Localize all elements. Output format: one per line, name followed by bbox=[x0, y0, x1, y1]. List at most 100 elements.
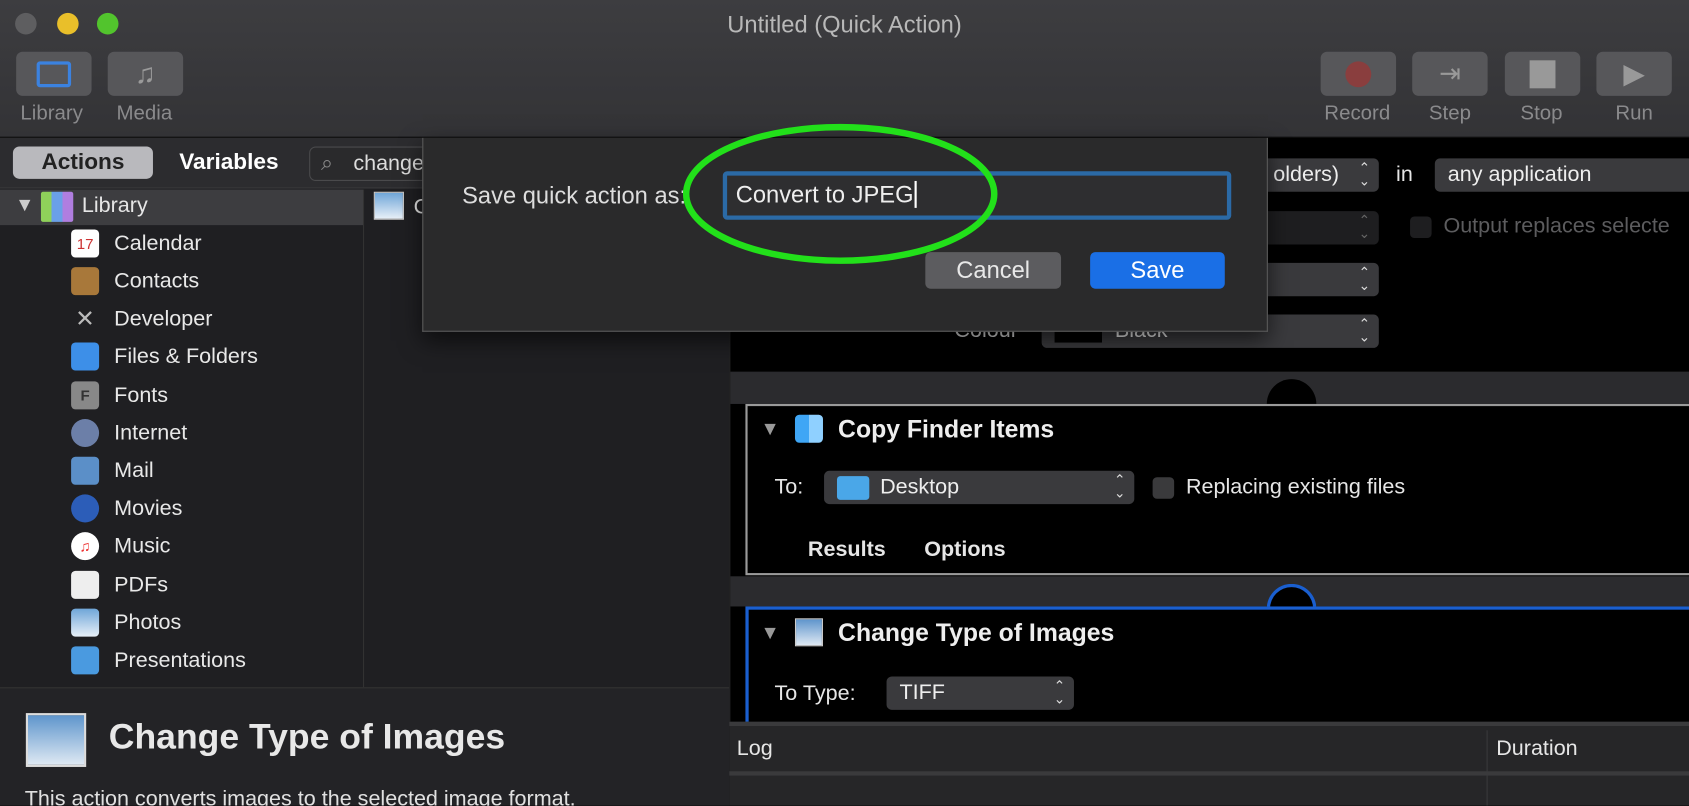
action-title: Change Type of Images bbox=[838, 618, 1115, 647]
destination-value: Desktop bbox=[880, 475, 960, 499]
stop-button[interactable] bbox=[1504, 51, 1581, 96]
column-divider bbox=[363, 189, 365, 688]
search-value: change bbox=[353, 151, 425, 176]
updown-chevron-icon: ⌃ ⌄ bbox=[1358, 315, 1371, 345]
music-icon: ♫ bbox=[71, 532, 100, 561]
options-button[interactable]: Options bbox=[924, 538, 1005, 563]
to-type-value: TIFF bbox=[899, 680, 945, 705]
change-type-icon bbox=[25, 713, 87, 767]
folder-icon bbox=[836, 475, 870, 500]
to-label: To: bbox=[774, 475, 804, 499]
search-icon: ⌕ bbox=[321, 151, 334, 176]
finder-icon bbox=[794, 414, 823, 443]
sidebar-item-contacts[interactable]: Contacts bbox=[71, 265, 199, 297]
log-header-divider bbox=[729, 771, 1689, 776]
record-label: Record bbox=[1324, 102, 1391, 125]
library-root-label: Library bbox=[81, 193, 148, 218]
sidebar-item-calendar[interactable]: 17 Calendar bbox=[71, 227, 202, 259]
replacing-label: Replacing existing files bbox=[1185, 475, 1406, 499]
mail-icon bbox=[71, 456, 100, 485]
finder-icon bbox=[71, 342, 100, 371]
column-divider bbox=[1486, 730, 1488, 806]
updown-chevron-icon: ⌃ ⌄ bbox=[1358, 159, 1371, 189]
record-button[interactable] bbox=[1320, 51, 1397, 96]
output-replaces-label: Output replaces selecte bbox=[1443, 214, 1670, 239]
library-icon bbox=[40, 191, 74, 222]
updown-chevron-icon: ⌃ ⌄ bbox=[1358, 212, 1371, 242]
media-label: Media bbox=[116, 102, 173, 125]
highlight-ellipse-shape bbox=[682, 123, 998, 264]
item-label: Photos bbox=[114, 610, 182, 634]
item-label: Presentations bbox=[114, 647, 246, 672]
sidebar-item-presentations[interactable]: Presentations bbox=[71, 644, 246, 676]
tab-variables[interactable]: Variables bbox=[162, 146, 297, 178]
sidebar-item-developer[interactable]: ✕ Developer bbox=[71, 303, 212, 335]
updown-chevron-icon: ⌃ ⌄ bbox=[1358, 263, 1371, 293]
action-connector bbox=[730, 371, 1689, 404]
in-label: in bbox=[1396, 162, 1413, 187]
sidebar-item-music[interactable]: ♫ Music bbox=[71, 530, 170, 562]
automator-window: Untitled (Quick Action) Library ♫ Media … bbox=[0, 0, 1689, 806]
sidebar-item-fonts[interactable]: F Fonts bbox=[71, 379, 168, 411]
highlight-ellipse bbox=[682, 123, 998, 264]
step-label: Step bbox=[1428, 102, 1471, 125]
sidebar-item-photos[interactable]: Photos bbox=[71, 606, 181, 638]
run-label: Run bbox=[1615, 102, 1653, 125]
action-connector bbox=[730, 576, 1689, 607]
stop-label: Stop bbox=[1520, 102, 1563, 125]
log-column-header[interactable]: Log bbox=[737, 737, 773, 762]
developer-icon: ✕ bbox=[75, 304, 96, 332]
media-icon: ♫ bbox=[134, 57, 156, 90]
item-label: Mail bbox=[114, 458, 154, 483]
disclosure-triangle-icon[interactable]: ▼ bbox=[761, 418, 780, 441]
sidebar-item-internet[interactable]: Internet bbox=[71, 417, 187, 449]
stop-icon bbox=[1529, 59, 1556, 88]
item-label: Files & Folders bbox=[114, 344, 258, 368]
application-popup[interactable]: any application bbox=[1434, 158, 1689, 192]
contacts-icon bbox=[71, 267, 100, 296]
replacing-checkbox[interactable] bbox=[1152, 477, 1175, 499]
image-action-icon bbox=[373, 191, 404, 220]
run-button[interactable]: ▶ bbox=[1596, 51, 1672, 96]
log-pane bbox=[729, 721, 1689, 806]
duration-column-header[interactable]: Duration bbox=[1496, 737, 1577, 762]
item-label: Developer bbox=[114, 306, 213, 331]
updown-chevron-icon: ⌃ ⌄ bbox=[1113, 471, 1126, 501]
to-type-popup[interactable]: TIFF ⌃ ⌄ bbox=[886, 676, 1074, 710]
change-type-icon bbox=[794, 618, 823, 647]
run-icon: ▶ bbox=[1623, 57, 1645, 90]
receives-value: olders) bbox=[1273, 162, 1340, 187]
window-title: Untitled (Quick Action) bbox=[727, 10, 962, 38]
sidebar-item-mail[interactable]: Mail bbox=[71, 455, 154, 487]
description-title: Change Type of Images bbox=[108, 716, 506, 757]
photos-icon bbox=[71, 608, 100, 637]
output-replaces-checkbox[interactable] bbox=[1410, 216, 1432, 239]
presentations-icon bbox=[71, 646, 100, 675]
sidebar-item-files-folders[interactable]: Files & Folders bbox=[71, 340, 258, 372]
movies-icon bbox=[71, 494, 100, 523]
pdf-icon bbox=[71, 570, 100, 599]
step-button[interactable]: ⇥ bbox=[1412, 51, 1488, 96]
results-button[interactable]: Results bbox=[808, 538, 886, 563]
item-label: PDFs bbox=[114, 572, 169, 597]
library-icon bbox=[36, 60, 72, 87]
library-label: Library bbox=[20, 102, 83, 125]
to-type-label: To Type: bbox=[774, 681, 856, 706]
record-icon bbox=[1345, 60, 1372, 87]
item-label: Calendar bbox=[114, 231, 202, 255]
sidebar-item-pdfs[interactable]: PDFs bbox=[71, 569, 168, 601]
media-button[interactable]: ♫ bbox=[107, 51, 184, 96]
disclosure-triangle-icon[interactable]: ▼ bbox=[15, 194, 34, 217]
calendar-icon: 17 bbox=[71, 229, 100, 258]
disclosure-triangle-icon[interactable]: ▼ bbox=[761, 622, 780, 645]
updown-chevron-icon: ⌃ ⌄ bbox=[1053, 677, 1066, 707]
fonts-icon: F bbox=[71, 381, 100, 410]
description-text: This action converts images to the selec… bbox=[24, 787, 576, 806]
step-icon: ⇥ bbox=[1439, 59, 1461, 89]
library-button[interactable] bbox=[16, 51, 92, 96]
destination-popup[interactable]: Desktop ⌃ ⌄ bbox=[824, 470, 1135, 505]
tab-actions[interactable]: Actions bbox=[12, 146, 153, 179]
sidebar-item-movies[interactable]: Movies bbox=[71, 492, 182, 524]
item-label: Contacts bbox=[114, 268, 200, 293]
save-button[interactable]: Save bbox=[1090, 252, 1225, 289]
